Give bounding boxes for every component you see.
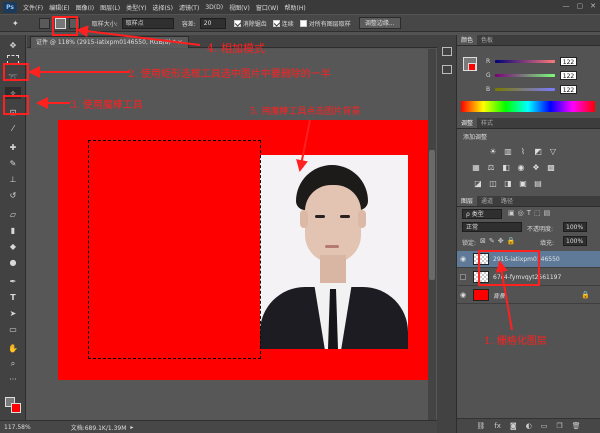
annotation-3: 3. 使用魔棒工具 (70, 100, 143, 111)
highlight-box-marquee (3, 63, 29, 81)
annotation-4: 4. 相加模式 (207, 42, 265, 55)
highlight-box-wand (3, 95, 29, 115)
highlight-box-add-mode (52, 16, 78, 36)
arrow-4 (76, 25, 201, 46)
arrow-5 (296, 119, 311, 172)
annotation-5: 5. 用魔棒工具点击图片背景 (250, 107, 361, 117)
highlight-box-layer (478, 250, 540, 286)
photoshop-window: Ps 文件(F) 编辑(E) 图像(I) 图层(L) 类型(Y) 选择(S) 滤… (0, 0, 600, 433)
annotation-1: 1. 栅格化图层 (484, 336, 547, 347)
annotation-2: 2. 使用矩形选框工具选中图片中要删除的一半 (128, 69, 331, 80)
